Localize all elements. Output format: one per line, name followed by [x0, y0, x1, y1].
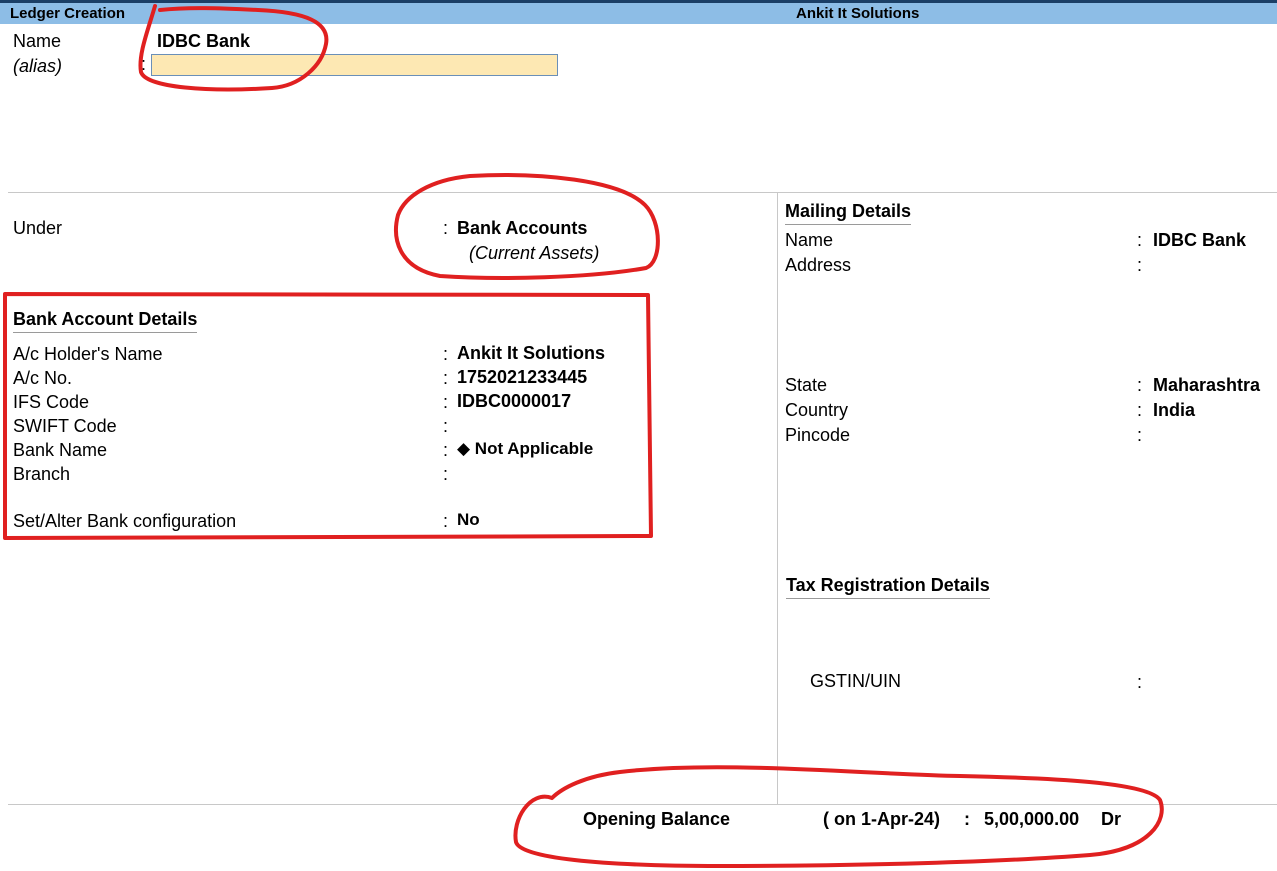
alias-label: (alias) — [13, 56, 63, 76]
bank-config-colon: : — [443, 511, 449, 531]
swift-code-colon: : — [443, 416, 449, 436]
pincode-label: Pincode — [785, 425, 851, 445]
address-label: Address — [785, 255, 852, 275]
under-colon: : — [443, 218, 449, 238]
bank-config-field[interactable]: No — [457, 510, 480, 530]
bank-name-label: Bank Name — [13, 440, 108, 460]
name-field[interactable]: IDBC Bank — [157, 31, 250, 52]
tax-details-title: Tax Registration Details — [786, 575, 990, 599]
gstin-label: GSTIN/UIN — [810, 671, 902, 691]
branch-colon: : — [443, 464, 449, 484]
state-field[interactable]: Maharashtra — [1153, 375, 1260, 396]
swift-code-label: SWIFT Code — [13, 416, 117, 436]
ac-holder-colon: : — [443, 344, 449, 364]
mailing-name-label: Name — [785, 230, 834, 250]
divider-vertical — [777, 193, 778, 804]
mailing-name-field[interactable]: IDBC Bank — [1153, 230, 1246, 251]
title-bar: Ledger Creation Ankit It Solutions — [0, 0, 1277, 24]
ac-no-colon: : — [443, 368, 449, 388]
country-field[interactable]: India — [1153, 400, 1195, 421]
ac-holder-field[interactable]: Ankit It Solutions — [457, 343, 605, 364]
divider-bottom — [8, 804, 1277, 805]
screen-title: Ledger Creation — [10, 5, 126, 22]
ifs-code-field[interactable]: IDBC0000017 — [457, 391, 571, 412]
opening-balance-label: Opening Balance — [583, 809, 731, 829]
bank-name-field[interactable]: ◆ Not Applicable — [457, 439, 593, 459]
country-label: Country — [785, 400, 849, 420]
under-label: Under — [13, 218, 63, 238]
address-colon: : — [1137, 255, 1143, 275]
opening-balance-colon: : — [964, 809, 970, 829]
company-name: Ankit It Solutions — [796, 5, 920, 22]
opening-balance-date: ( on 1-Apr-24) — [823, 809, 940, 829]
bank-config-label: Set/Alter Bank configuration — [13, 511, 237, 531]
opening-balance-amount[interactable]: 5,00,000.00 — [984, 809, 1079, 830]
annotation-overlay — [3, 4, 1164, 868]
ac-no-field[interactable]: 1752021233445 — [457, 367, 587, 388]
branch-label: Branch — [13, 464, 71, 484]
alias-colon: : — [141, 54, 147, 74]
divider-top — [8, 192, 1277, 193]
state-colon: : — [1137, 375, 1143, 395]
pincode-colon: : — [1137, 425, 1143, 445]
gstin-colon: : — [1137, 672, 1143, 692]
name-label: Name — [13, 31, 62, 51]
ac-no-label: A/c No. — [13, 368, 73, 388]
under-parent-group: (Current Assets) — [469, 243, 600, 263]
ifs-code-colon: : — [443, 392, 449, 412]
bank-name-colon: : — [443, 440, 449, 460]
bank-details-title: Bank Account Details — [13, 309, 198, 333]
under-field[interactable]: Bank Accounts — [457, 218, 587, 239]
country-colon: : — [1137, 400, 1143, 420]
state-label: State — [785, 375, 828, 395]
mailing-name-colon: : — [1137, 230, 1143, 250]
ac-holder-label: A/c Holder's Name — [13, 344, 163, 364]
ifs-code-label: IFS Code — [13, 392, 90, 412]
mailing-details-title: Mailing Details — [785, 201, 912, 225]
alias-input[interactable] — [151, 54, 558, 76]
opening-balance-type[interactable]: Dr — [1101, 809, 1121, 830]
